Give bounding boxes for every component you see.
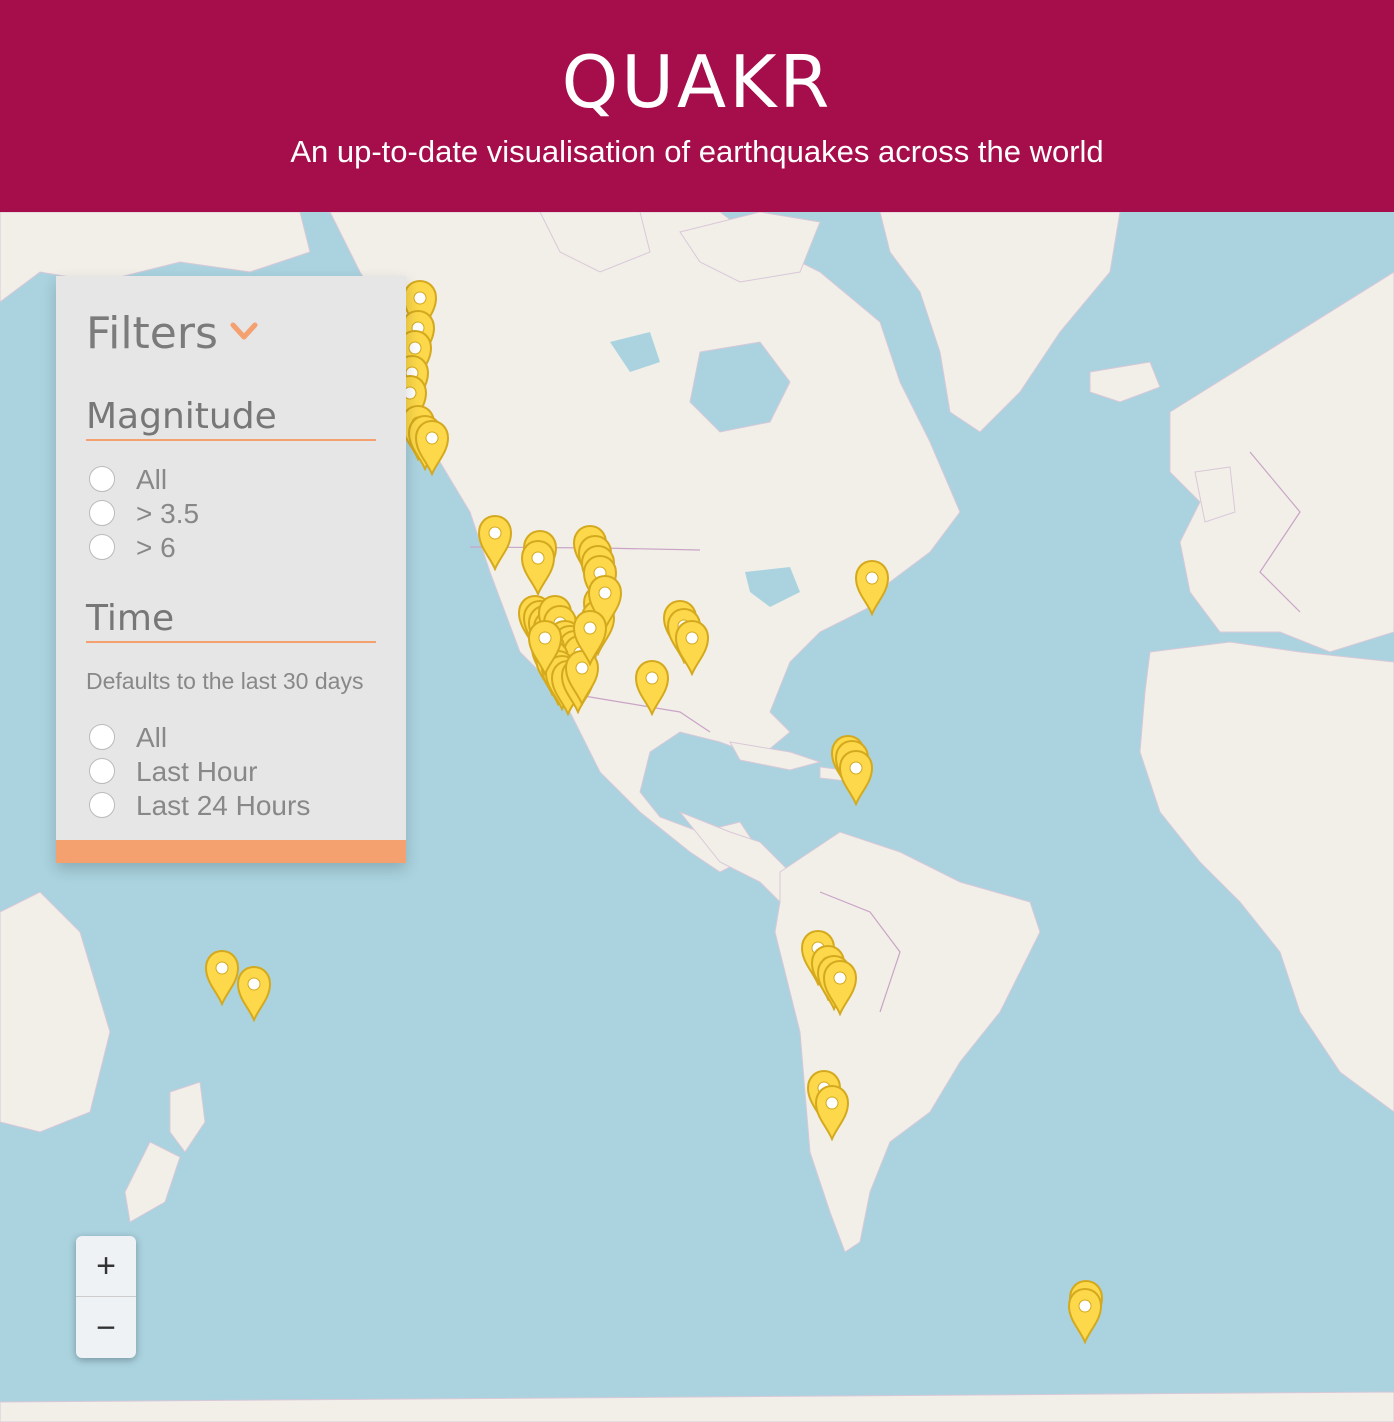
time-note: Defaults to the last 30 days — [86, 668, 364, 694]
filters-title[interactable]: Filters — [86, 308, 218, 359]
site-header: QUAKR An up-to-date visualisation of ear… — [0, 0, 1394, 212]
map-pin-icon[interactable] — [571, 608, 609, 667]
map-pin-icon[interactable] — [476, 513, 514, 572]
filters-footer-bar — [56, 840, 406, 863]
zoom-out-button[interactable]: − — [76, 1298, 136, 1358]
zoom-in-button[interactable]: + — [76, 1236, 136, 1297]
radio-button[interactable] — [89, 792, 115, 818]
radio-button[interactable] — [89, 758, 115, 784]
filters-panel: Filters Magnitude All > 3.5 > 6 Time Def… — [56, 276, 406, 863]
map-pin-icon[interactable] — [633, 658, 671, 717]
map-pin-icon[interactable] — [526, 618, 564, 677]
zoom-control: + − — [76, 1236, 136, 1358]
map-pin-icon[interactable] — [837, 748, 875, 807]
option-label: > 3.5 — [136, 498, 200, 529]
radio-button[interactable] — [89, 466, 115, 492]
radio-button[interactable] — [89, 500, 115, 526]
map-pin-icon[interactable] — [813, 1083, 851, 1142]
site-subtitle: An up-to-date visualisation of earthquak… — [290, 134, 1104, 169]
map-pin-icon[interactable] — [853, 558, 891, 617]
option-label: Last Hour — [136, 756, 258, 787]
map-pin-icon[interactable] — [235, 964, 273, 1023]
magnitude-heading: Magnitude — [86, 396, 376, 441]
option-label: > 6 — [136, 532, 176, 563]
site-title: QUAKR — [561, 40, 833, 124]
map-pin-icon[interactable] — [821, 958, 859, 1017]
chevron-down-icon[interactable] — [229, 319, 259, 345]
option-label: All — [136, 722, 168, 753]
time-heading: Time — [86, 598, 376, 643]
map-pin-icon[interactable] — [519, 538, 557, 597]
map-pin-icon[interactable] — [673, 618, 711, 677]
radio-button[interactable] — [89, 534, 115, 560]
option-label: Last 24 Hours — [136, 790, 311, 821]
map-pin-icon[interactable] — [1066, 1286, 1104, 1345]
map-pin-icon[interactable] — [413, 418, 451, 477]
option-label: All — [136, 464, 168, 495]
radio-button[interactable] — [89, 724, 115, 750]
